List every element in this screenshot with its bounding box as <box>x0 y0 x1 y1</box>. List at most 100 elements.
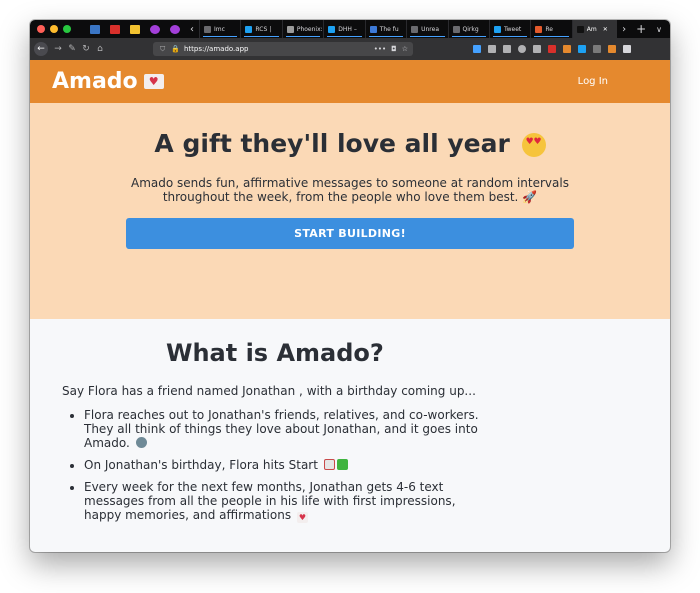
tab[interactable]: DHH – <box>323 20 364 38</box>
list-item: On Jonathan's birthday, Flora hits Start <box>84 458 480 472</box>
hero-title-text: A gift they'll love all year <box>154 129 510 158</box>
pinned-tab[interactable] <box>165 20 185 38</box>
browser-window: ‹ Imc RCS | Phoenix: C DHH – The fu Unrea Qirk… <box>30 20 670 552</box>
tab-list-icon[interactable]: ∨ <box>656 25 662 34</box>
hero-description: Amado sends fun, affirmative messages to… <box>130 176 570 204</box>
tab-title: Am <box>586 25 597 33</box>
nav-bar: ← → ✎ ↻ ⌂ ⛉ 🔒 https://amado.app ••• ◘ ☆ <box>30 38 670 60</box>
extension-icon[interactable] <box>608 45 616 53</box>
download-icon[interactable] <box>473 45 481 53</box>
tab-favicon-icon <box>369 25 377 33</box>
page-actions-icon[interactable]: ••• <box>374 45 386 53</box>
window-controls <box>37 25 71 33</box>
pinned-tab[interactable] <box>85 20 105 38</box>
hero: A gift they'll love all year Amado sends… <box>30 103 670 319</box>
new-tab-icon[interactable]: + <box>636 22 646 36</box>
love-letter-icon: ♥ <box>296 512 308 523</box>
pinned-tab[interactable] <box>105 20 125 38</box>
tab-indicator <box>451 36 486 37</box>
tab-indicator <box>327 36 362 37</box>
sidebar-icon[interactable] <box>503 45 511 53</box>
intro-text: Say Flora has a friend named Jonathan , … <box>62 384 476 398</box>
extensions-icon[interactable] <box>533 45 541 53</box>
extension-icon[interactable] <box>593 45 601 53</box>
brand-name[interactable]: Amado <box>52 69 138 94</box>
url-text[interactable]: https://amado.app <box>184 45 369 53</box>
tools-icon[interactable]: ✎ <box>65 44 79 54</box>
about-section: What is Amado? Say Flora has a friend na… <box>30 319 670 523</box>
tab-favicon-icon <box>286 25 294 33</box>
tab-title: Phoenix: C <box>296 25 323 33</box>
back-icon[interactable]: ← <box>34 42 48 56</box>
hot-pot-icon <box>135 437 147 448</box>
calendar-icon <box>323 459 335 470</box>
tab[interactable]: The fu <box>364 20 406 38</box>
steps-list: Flora reaches out to Jonathan's friends,… <box>62 408 480 523</box>
zoom-window-button[interactable] <box>63 25 71 33</box>
tab-indicator <box>368 36 404 37</box>
pinned-tabs <box>85 20 185 38</box>
scroll-tabs-right-icon[interactable]: › <box>622 24 626 35</box>
tab-strip: ‹ Imc RCS | Phoenix: C DHH – The fu Unrea Qirk… <box>30 20 670 38</box>
reload-icon[interactable]: ↻ <box>79 44 93 54</box>
bookmark-star-icon[interactable]: ☆ <box>402 45 408 53</box>
tab[interactable]: Unrea <box>406 20 447 38</box>
site-header: Amado ♥ Log In <box>30 60 670 103</box>
tabs: Imc RCS | Phoenix: C DHH – The fu Unrea Qirkg T… <box>199 20 618 38</box>
toolbar-icons <box>473 45 631 53</box>
tab-indicator <box>492 36 528 37</box>
tab[interactable]: RCS | <box>240 20 281 38</box>
brand[interactable]: Amado ♥ <box>52 69 164 94</box>
minimize-window-button[interactable] <box>50 25 58 33</box>
rocket-icon: 🚀 <box>522 190 538 204</box>
tab[interactable]: Phoenix: C <box>281 20 323 38</box>
check-mark-icon <box>336 459 348 470</box>
hero-description-text: Amado sends fun, affirmative messages to… <box>131 176 569 204</box>
close-window-button[interactable] <box>37 25 45 33</box>
tab-title: Qirkg <box>462 25 479 33</box>
page: Amado ♥ Log In A gift they'll love all y… <box>30 60 670 552</box>
address-bar[interactable]: ⛉ 🔒 https://amado.app ••• ◘ ☆ <box>153 42 413 56</box>
library-icon[interactable] <box>488 45 496 53</box>
heart-eyes-icon <box>521 133 546 157</box>
scroll-tabs-left-icon[interactable]: ‹ <box>190 24 194 35</box>
pinned-tab[interactable] <box>145 20 165 38</box>
tab[interactable]: Tweet <box>488 20 530 38</box>
login-link[interactable]: Log In <box>578 76 608 87</box>
section-title: What is Amado? <box>166 339 384 367</box>
tab-favicon-icon <box>411 25 419 33</box>
extension-icon[interactable] <box>578 45 586 53</box>
tab-title: Re <box>545 25 553 33</box>
start-building-button[interactable]: START BUILDING! <box>126 218 574 249</box>
menu-icon[interactable] <box>623 45 631 53</box>
forward-icon[interactable]: → <box>51 44 65 54</box>
hero-title: A gift they'll love all year <box>30 129 670 158</box>
tab[interactable]: Qirkg <box>447 20 489 38</box>
pinned-tab[interactable] <box>125 20 145 38</box>
tab-indicator <box>285 36 321 37</box>
account-icon[interactable] <box>518 45 526 53</box>
list-item: Every week for the next few months, Jona… <box>84 480 480 523</box>
tab-title: Tweet <box>503 25 522 33</box>
lock-icon[interactable]: 🔒 <box>171 45 180 53</box>
home-icon[interactable]: ⌂ <box>93 44 107 54</box>
tab-title: The fu <box>379 25 399 33</box>
extension-icon[interactable] <box>563 45 571 53</box>
tab-indicator <box>534 36 569 37</box>
tab-active[interactable]: Am ✕ <box>571 20 618 38</box>
list-item-text: On Jonathan's birthday, Flora hits Start <box>84 458 318 472</box>
tab[interactable]: Imc <box>199 20 240 38</box>
extension-icon[interactable] <box>548 45 556 53</box>
tab-favicon-icon <box>328 25 336 33</box>
tab-favicon-icon <box>535 25 543 33</box>
tab-title: Unrea <box>421 25 440 33</box>
close-tab-icon[interactable]: ✕ <box>603 26 608 33</box>
tab-favicon-icon <box>493 25 501 33</box>
tab-title: Imc <box>214 25 225 33</box>
pocket-icon[interactable]: ◘ <box>391 45 397 53</box>
list-item-text: Every week for the next few months, Jona… <box>84 480 456 522</box>
tab-favicon-icon <box>452 25 460 33</box>
tab[interactable]: Re <box>530 20 571 38</box>
list-item: Flora reaches out to Jonathan's friends,… <box>84 408 480 450</box>
shield-icon[interactable]: ⛉ <box>160 45 165 54</box>
